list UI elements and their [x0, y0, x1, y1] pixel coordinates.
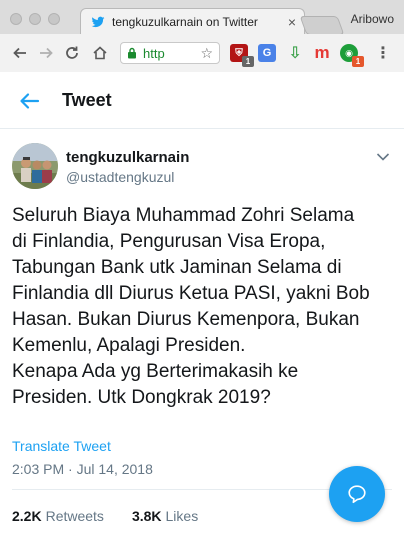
- back-button[interactable]: [8, 41, 32, 65]
- green-extension-icon[interactable]: ◉ 1: [340, 44, 364, 67]
- retweets-label: Retweets: [45, 508, 104, 524]
- profile-name[interactable]: Aribowo: [351, 12, 394, 26]
- extension-badge: 1: [242, 56, 254, 67]
- forward-arrow-icon: [40, 47, 53, 59]
- url-text: http: [143, 45, 165, 61]
- browser-menu-icon[interactable]: ⋮: [374, 44, 392, 62]
- m-extension-icon[interactable]: m: [313, 43, 331, 62]
- author-handle[interactable]: @ustadtengkuzul: [66, 169, 174, 185]
- likes-stat[interactable]: 3.8K Likes: [132, 508, 198, 524]
- reply-bubble-icon: [348, 485, 366, 504]
- tab-title: tengkuzulkarnain on Twitter: [112, 15, 258, 29]
- browser-chrome: tengkuzulkarnain on Twitter × Aribowo ht…: [0, 0, 404, 72]
- stat-spacer: [104, 508, 132, 524]
- avatar[interactable]: [12, 143, 58, 189]
- shield-extension-icon[interactable]: ⛨ 1: [230, 44, 254, 67]
- reply-fab-button[interactable]: [329, 466, 385, 522]
- author-display-name[interactable]: tengkuzulkarnain: [66, 149, 189, 166]
- back-arrow-icon: [13, 47, 26, 59]
- translate-extension-icon[interactable]: G: [258, 44, 276, 62]
- likes-label: Likes: [165, 508, 199, 524]
- retweets-stat[interactable]: 2.2K Retweets: [12, 508, 104, 524]
- minimize-window-button[interactable]: [29, 13, 41, 25]
- maximize-window-button[interactable]: [48, 13, 60, 25]
- new-tab-button[interactable]: [299, 16, 345, 35]
- back-arrow-icon[interactable]: [18, 90, 40, 112]
- home-button[interactable]: [88, 41, 112, 65]
- home-icon: [93, 46, 107, 60]
- address-bar[interactable]: http ☆: [120, 42, 220, 64]
- retweets-count: 2.2K: [12, 508, 42, 524]
- chevron-down-icon[interactable]: [376, 152, 390, 162]
- browser-toolbar: http ☆ ⛨ 1 G ⇩ m ◉ 1 ⋮: [0, 34, 404, 72]
- page-title: Tweet: [62, 90, 112, 110]
- tweet-text: Seluruh Biaya Muhammad Zohri Selama di F…: [12, 205, 370, 408]
- download-extension-icon[interactable]: ⇩: [286, 44, 304, 62]
- translate-tweet-link[interactable]: Translate Tweet: [12, 438, 111, 454]
- page-header: Tweet: [0, 72, 404, 129]
- reload-icon: [66, 46, 78, 59]
- tweet-timestamp[interactable]: 2:03 PM · Jul 14, 2018: [12, 461, 153, 477]
- extension-badge-2: 1: [352, 56, 364, 67]
- tab-close-icon[interactable]: ×: [288, 14, 296, 30]
- browser-tab[interactable]: tengkuzulkarnain on Twitter ×: [80, 8, 305, 35]
- reload-button[interactable]: [60, 41, 84, 65]
- window-controls: [10, 13, 60, 25]
- forward-button[interactable]: [34, 41, 58, 65]
- tweet-stats: 2.2K Retweets 3.8K Likes: [12, 508, 198, 524]
- close-window-button[interactable]: [10, 13, 22, 25]
- likes-count: 3.8K: [131, 508, 162, 524]
- bookmark-star-icon[interactable]: ☆: [200, 45, 213, 62]
- twitter-bird-icon: [91, 16, 105, 28]
- lock-icon: [128, 47, 136, 59]
- avatar-image: [12, 143, 58, 189]
